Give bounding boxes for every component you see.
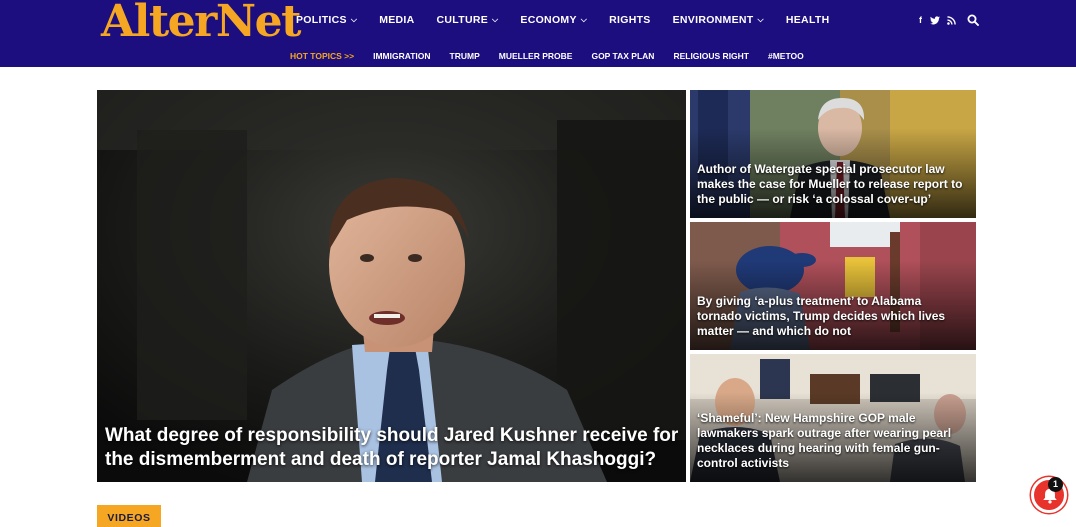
hot-topics-bar: HOT TOPICS >> IMMIGRATION TRUMP MUELLER …	[290, 50, 823, 62]
twitter-icon[interactable]	[930, 15, 940, 25]
search-icon[interactable]	[967, 14, 979, 26]
side-story-headline[interactable]: Author of Watergate special prosecutor l…	[697, 162, 969, 207]
side-story-1[interactable]: Author of Watergate special prosecutor l…	[690, 90, 976, 218]
hot-topic-immigration[interactable]: IMMIGRATION	[373, 50, 430, 62]
chevron-down-icon: ⌵	[580, 15, 588, 24]
nav-culture[interactable]: CULTURE ⌵	[437, 13, 499, 27]
site-logo[interactable]: AlterNet	[101, 0, 301, 48]
side-story-headline[interactable]: ‘Shameful’: New Hampshire GOP male lawma…	[697, 411, 969, 471]
videos-section-label[interactable]: VIDEOS	[97, 505, 161, 527]
site-header: AlterNet POLITICS ⌵ MEDIA CULTURE ⌵ ECONOM…	[0, 0, 1076, 67]
chevron-down-icon: ⌵	[350, 15, 358, 24]
nav-environment[interactable]: ENVIRONMENT ⌵	[673, 13, 764, 27]
rss-icon[interactable]	[947, 15, 956, 25]
side-story-2[interactable]: By giving ‘a-plus treatment’ to Alabama …	[690, 222, 976, 350]
hot-topic-metoo[interactable]: #METOO	[768, 50, 804, 62]
hot-topic-mueller-probe[interactable]: MUELLER PROBE	[499, 50, 573, 62]
side-story-3[interactable]: ‘Shameful’: New Hampshire GOP male lawma…	[690, 354, 976, 482]
nav-rights[interactable]: RIGHTS	[609, 13, 650, 27]
chevron-down-icon: ⌵	[757, 15, 764, 24]
hot-topics-label: HOT TOPICS >>	[290, 51, 355, 61]
nav-politics[interactable]: POLITICS ⌵	[296, 13, 357, 27]
hot-topic-gop-tax-plan[interactable]: GOP TAX PLAN	[591, 50, 654, 62]
nav-media[interactable]: MEDIA	[379, 13, 414, 27]
hero-story[interactable]: What degree of responsibility should Jar…	[97, 90, 686, 482]
side-story-headline[interactable]: By giving ‘a-plus treatment’ to Alabama …	[697, 294, 969, 339]
chevron-down-icon: ⌵	[492, 15, 499, 24]
hot-topic-religious-right[interactable]: RELIGIOUS RIGHT	[673, 50, 749, 62]
hot-topic-trump[interactable]: TRUMP	[450, 50, 480, 62]
nav-health[interactable]: HEALTH	[786, 13, 830, 27]
nav-economy[interactable]: ECONOMY ⌵	[520, 13, 587, 27]
hero-headline[interactable]: What degree of responsibility should Jar…	[105, 424, 680, 472]
facebook-icon[interactable]: f	[919, 14, 922, 26]
main-nav: POLITICS ⌵ MEDIA CULTURE ⌵ ECONOMY ⌵ RIGHTS…	[296, 13, 851, 27]
notification-count-badge: 1	[1048, 477, 1063, 492]
social-links: f	[919, 14, 956, 26]
